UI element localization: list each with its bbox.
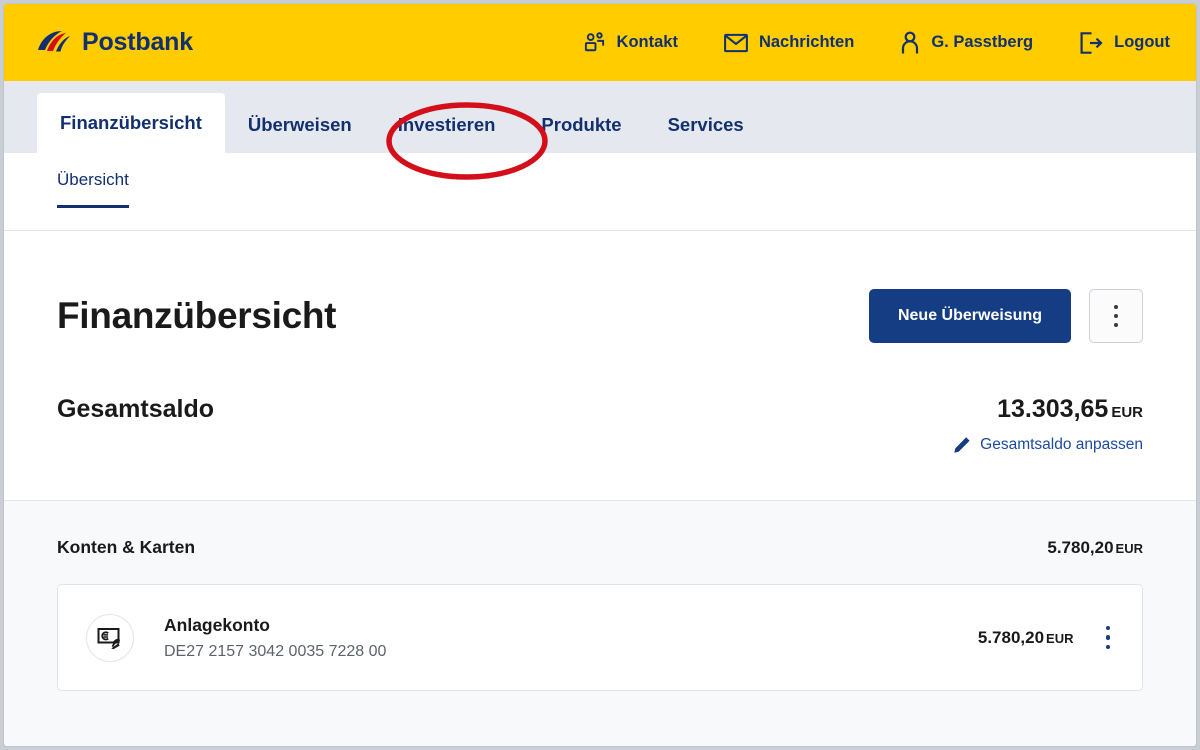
envelope-icon	[724, 33, 748, 52]
site-header: Postbank Kontakt Nachrichten G. Passtber…	[4, 4, 1196, 81]
kebab-menu-icon	[1105, 625, 1110, 631]
tab-label: Produkte	[541, 114, 622, 135]
kebab-menu-icon	[1114, 305, 1118, 309]
new-transfer-button[interactable]: Neue Überweisung	[868, 289, 1071, 343]
header-nav-label: G. Passtberg	[931, 33, 1034, 51]
sub-nav: Übersicht	[4, 153, 1196, 231]
accounts-total-value: 5.780,20	[1047, 538, 1114, 557]
total-balance-values: 13.303,65 EUR Gesamtsaldo anpassen	[953, 395, 1143, 454]
account-name: Anlagekonto	[164, 614, 270, 635]
account-row[interactable]: Anlagekonto DE27 2157 3042 0035 7228 00 …	[57, 584, 1143, 691]
subnav-label: Übersicht	[57, 170, 129, 189]
tab-produkte[interactable]: Produkte	[518, 97, 644, 153]
browser-page: Postbank Kontakt Nachrichten G. Passtber…	[4, 4, 1196, 746]
total-balance-label: Gesamtsaldo	[57, 395, 215, 423]
brand-logo[interactable]: Postbank	[36, 28, 193, 57]
accounts-total-currency: EUR	[1115, 541, 1143, 556]
total-balance-amount: 13.303,65 EUR	[953, 395, 1143, 424]
accounts-section-title: Konten & Karten	[57, 537, 196, 557]
pencil-icon	[954, 437, 970, 453]
account-more-menu-button[interactable]	[1100, 619, 1117, 656]
page-title: Finanzübersicht	[57, 295, 337, 336]
accounts-section-header: Konten & Karten 5.780,20 EUR	[57, 537, 1143, 584]
page-title-row: Finanzübersicht Neue Überweisung	[57, 231, 1143, 343]
brand-name: Postbank	[82, 28, 193, 56]
header-nav-item-user[interactable]: G. Passtberg	[900, 31, 1033, 55]
kebab-menu-icon	[1105, 635, 1110, 640]
card-euro-contactless-icon	[97, 627, 121, 649]
header-nav-item-logout[interactable]: Logout	[1079, 31, 1170, 55]
tab-label: Überweisen	[247, 114, 352, 135]
logout-door-arrow-icon	[1080, 31, 1103, 54]
contacts-people-icon	[584, 32, 604, 52]
page-more-menu-button[interactable]	[1089, 289, 1143, 343]
postbank-swoosh-logo-icon	[38, 30, 70, 51]
tab-label: Investieren	[397, 114, 496, 135]
tab-investieren[interactable]: Investieren	[375, 97, 519, 153]
account-iban: DE27 2157 3042 0035 7228 00	[164, 642, 387, 660]
tab-ueberweisen[interactable]: Überweisen	[225, 97, 375, 153]
accounts-section-total: 5.780,20 EUR	[1047, 538, 1143, 558]
person-icon	[902, 31, 919, 53]
account-balance-currency: EUR	[1046, 630, 1074, 646]
main-content: Finanzübersicht Neue Überweisung Gesamts…	[4, 231, 1196, 500]
total-balance-value: 13.303,65	[997, 395, 1109, 423]
account-icon-wrap	[86, 613, 134, 662]
kebab-menu-icon	[1105, 644, 1110, 650]
tab-label: Finanzübersicht	[60, 112, 202, 133]
total-balance-row: Gesamtsaldo 13.303,65 EUR Gesamtsaldo anp…	[57, 343, 1143, 500]
tab-services[interactable]: Services	[645, 97, 767, 153]
total-balance-currency: EUR	[1111, 404, 1143, 421]
header-nav: Kontakt Nachrichten G. Passtberg Logout	[583, 31, 1170, 55]
account-details: Anlagekonto DE27 2157 3042 0035 7228 00	[164, 615, 386, 661]
kebab-menu-icon	[1114, 323, 1118, 327]
account-row-right: 5.780,20 EUR	[978, 619, 1116, 656]
header-nav-label: Kontakt	[616, 33, 678, 51]
account-balance: 5.780,20 EUR	[978, 628, 1074, 648]
header-nav-label: Logout	[1114, 33, 1170, 51]
tab-label: Services	[667, 114, 744, 135]
header-nav-item-nachrichten[interactable]: Nachrichten	[724, 33, 854, 53]
adjust-balance-label: Gesamtsaldo anpassen	[980, 436, 1143, 453]
main-tabbar: Finanzübersicht Überweisen Investieren P…	[4, 81, 1196, 153]
accounts-section: Konten & Karten 5.780,20 EUR Anlagekonto …	[4, 500, 1196, 746]
kebab-menu-icon	[1114, 314, 1118, 318]
tab-finanzuebersicht[interactable]: Finanzübersicht	[37, 93, 225, 153]
adjust-balance-link[interactable]: Gesamtsaldo anpassen	[953, 436, 1143, 454]
subnav-item-uebersicht[interactable]: Übersicht	[57, 153, 129, 208]
account-balance-value: 5.780,20	[977, 627, 1045, 647]
header-nav-item-kontakt[interactable]: Kontakt	[583, 31, 678, 54]
header-nav-label: Nachrichten	[758, 33, 855, 51]
page-actions: Neue Überweisung	[868, 289, 1143, 343]
